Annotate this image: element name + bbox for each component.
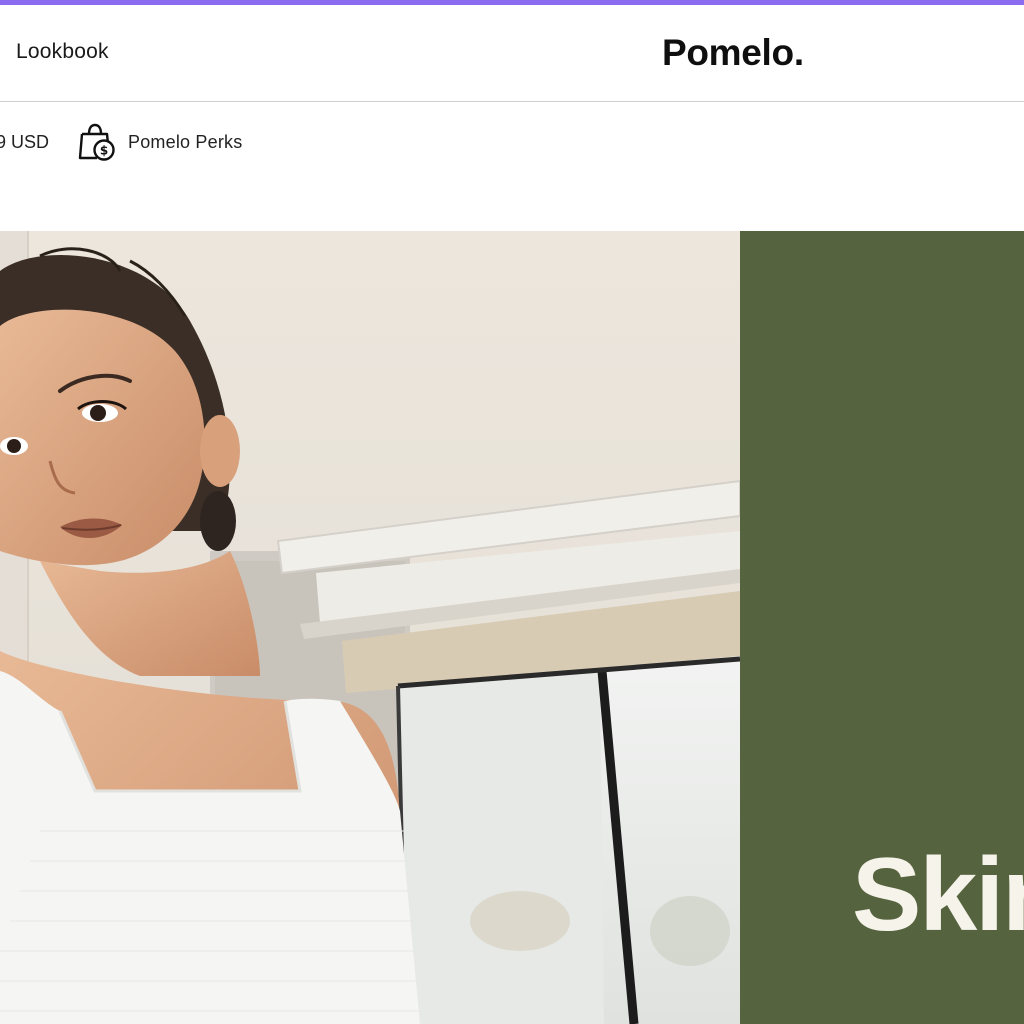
hero-illustration [0, 231, 740, 1024]
perks-label: Pomelo Perks [128, 131, 243, 152]
utility-bar: 49 USD $ Pomelo Perks [0, 102, 1024, 230]
brand-logo[interactable]: Pomelo. [662, 32, 804, 74]
promo-heading: Skin [852, 837, 1024, 953]
free-shipping-threshold: 49 USD [0, 132, 50, 152]
site-header: Lookbook Pomelo. [0, 5, 1024, 102]
svg-text:$: $ [100, 144, 108, 158]
nav-link-lookbook[interactable]: Lookbook [16, 40, 109, 64]
hero-image[interactable] [0, 231, 740, 1024]
page: Lookbook Pomelo. 49 USD $ Pomelo Perks [0, 0, 1024, 1024]
promo-banner[interactable]: Skin [740, 231, 1024, 1024]
pomelo-perks-link[interactable]: $ Pomelo Perks [78, 122, 242, 162]
shopping-bag-dollar-icon: $ [78, 123, 115, 161]
